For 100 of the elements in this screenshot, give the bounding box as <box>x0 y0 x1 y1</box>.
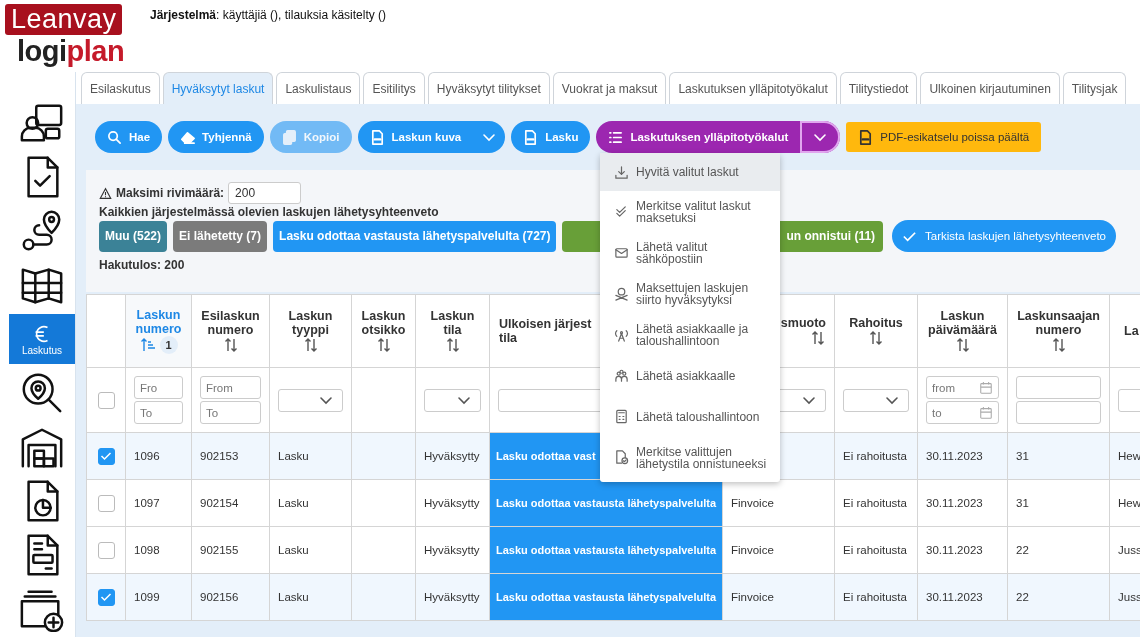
list-icon <box>608 129 624 145</box>
table-cell: Hyväksytty <box>424 450 480 462</box>
range-from-field[interactable]: From <box>200 376 261 399</box>
filter-field[interactable] <box>1016 401 1101 424</box>
column-header: La <box>1124 324 1139 338</box>
brand-logo: Leanvay <box>5 4 122 35</box>
table-cell: 1096 <box>134 450 160 462</box>
calendar-icon <box>979 405 993 420</box>
select-all-checkbox[interactable] <box>97 391 115 409</box>
file-check-icon <box>614 450 629 465</box>
table-cell: Lasku <box>278 497 309 509</box>
tab[interactable]: Laskulistaus <box>276 72 361 104</box>
column-header: Laskun otsikko <box>360 309 407 337</box>
sort-ascending-icon[interactable] <box>139 337 156 353</box>
table-cell: Finvoice <box>731 544 774 556</box>
tab[interactable]: Ulkoinen kirjautuminen <box>920 72 1060 104</box>
search-icon <box>107 129 122 145</box>
table-cell: Lasku <box>278 544 309 556</box>
table-cell: 902153 <box>200 450 239 462</box>
table-cell: 30.11.2023 <box>926 497 983 509</box>
table-cell: 902154 <box>200 497 239 509</box>
double-check-icon <box>614 204 629 219</box>
tab[interactable]: Vuokrat ja maksut <box>552 72 667 104</box>
row-checkbox[interactable] <box>97 447 115 465</box>
menu-item[interactable]: Lähetä valitut sähköpostiin <box>600 232 780 273</box>
status-label: Lasku odottaa vastausta lähetyspalvelulta <box>496 591 717 603</box>
download-icon <box>614 164 629 180</box>
column-header: Laskun numero <box>134 308 183 336</box>
table-cell: Lasku <box>278 591 309 603</box>
status-label: Lasku odottaa vastausta lähetyspalvelulta <box>496 497 717 509</box>
table-cell: 31 <box>1016 497 1029 509</box>
table-cell: Hyväksytty <box>424 497 480 509</box>
table-cell: Ei rahoitusta <box>843 450 907 462</box>
table-cell: 1098 <box>134 544 160 556</box>
menu-item[interactable]: Lähetä asiakkaalle <box>600 355 780 396</box>
table-cell: 902156 <box>200 591 239 603</box>
tab[interactable]: Esilaskutus <box>81 72 160 104</box>
range-to-field[interactable]: To <box>134 401 183 424</box>
table-cell: Hyväksytty <box>424 591 480 603</box>
calculator-icon <box>614 409 629 424</box>
column-header: Rahoitus <box>849 316 903 330</box>
menu-item[interactable]: Hyvitä valitut laskut <box>600 153 780 191</box>
row-checkbox[interactable] <box>97 494 115 512</box>
max-rows-field[interactable]: 200 <box>228 182 302 204</box>
date-to-field[interactable]: to <box>926 401 999 424</box>
result-count: Hakutulos: 200 <box>99 258 185 272</box>
menu-item[interactable]: Maksettujen laskujen siirto hyväksytyksi <box>600 273 780 314</box>
row-checkbox[interactable] <box>97 588 115 606</box>
menu-item[interactable]: Lähetä asiakkaalle ja taloushallintoon <box>600 314 780 355</box>
range-to-field[interactable]: To <box>200 401 261 424</box>
sidebar-item[interactable]: Laskutus <box>9 314 75 364</box>
filter-field[interactable] <box>1016 376 1101 399</box>
check-icon <box>100 591 112 603</box>
sort-icon[interactable] <box>810 330 826 346</box>
column-header: Laskun tila <box>429 309 476 337</box>
table-cell: 31 <box>1016 450 1029 462</box>
eraser-icon <box>180 129 196 145</box>
envelope-icon <box>614 245 629 260</box>
status-label: Lasku odottaa vast <box>496 450 596 462</box>
preview-toggle-button[interactable]: PDF-esikatselu poissa päältä <box>846 122 1042 152</box>
tab[interactable]: Hyväksytyt tilitykset <box>427 72 550 104</box>
tab[interactable]: Tilitystiedot <box>839 72 918 104</box>
status-label: Lasku odottaa vastausta lähetyspalvelulta <box>496 544 717 556</box>
system-status-text: Järjestelmä: käyttäjiä (), tilauksia käsitelty () <box>150 7 387 24</box>
antenna-icon <box>614 327 629 342</box>
copy-icon <box>281 129 297 145</box>
dropdown-button[interactable] <box>800 121 841 153</box>
table-cell: 22 <box>1016 591 1029 603</box>
toolbar-button[interactable]: Laskutuksen ylläpitotyökalut <box>596 121 801 153</box>
summary-title: Kaikkien järjestelmässä olevien laskujen lähetysyhteenveto <box>99 205 439 219</box>
sort-icon[interactable] <box>868 330 884 346</box>
tab[interactable]: Tilitysjak <box>1062 72 1127 104</box>
tab[interactable]: Laskutuksen ylläpitotyökalut <box>669 72 837 104</box>
table-cell: 22 <box>1016 544 1029 556</box>
table-cell: Finvoice <box>731 591 774 603</box>
dropdown-button[interactable] <box>473 121 506 153</box>
row-checkbox[interactable] <box>97 541 115 559</box>
max-rows-label: Maksimi rivimäärä: <box>116 186 225 200</box>
table-cell: Ei rahoitusta <box>843 497 907 509</box>
date-from-field[interactable]: from <box>926 376 999 399</box>
table-cell: 1099 <box>134 591 160 603</box>
table-cell: 30.11.2023 <box>926 544 983 556</box>
menu-item[interactable]: Merkitse valitut laskut maksetuksi <box>600 191 780 232</box>
status-filter-button[interactable]: Ei lähetetty (7) <box>173 220 268 252</box>
column-header: smuoto <box>780 316 826 330</box>
calendar-icon <box>979 380 993 395</box>
range-from-field[interactable]: Fro <box>134 376 183 399</box>
sort-order-badge: 1 <box>159 336 178 354</box>
column-header: Laskunsaajan numero <box>1016 309 1101 337</box>
menu-item[interactable]: Merkitse valittujen lähetystila onnistuneeksi <box>600 437 780 478</box>
column-header: Laskun päivämäärä <box>927 309 998 337</box>
column-header: Ulkoisen järjest tila <box>499 317 592 345</box>
check-icon <box>100 450 112 462</box>
people-icon <box>614 368 629 383</box>
status-filter-button[interactable]: Muu (522) <box>99 220 167 252</box>
product-logo: logiplan <box>17 35 125 68</box>
table-cell: 30.11.2023 <box>926 591 983 603</box>
menu-item[interactable]: Lähetä taloushallintoon <box>600 396 780 437</box>
column-header: Esilaskun numero <box>200 309 261 337</box>
tab[interactable]: Esitilitys <box>363 72 425 104</box>
